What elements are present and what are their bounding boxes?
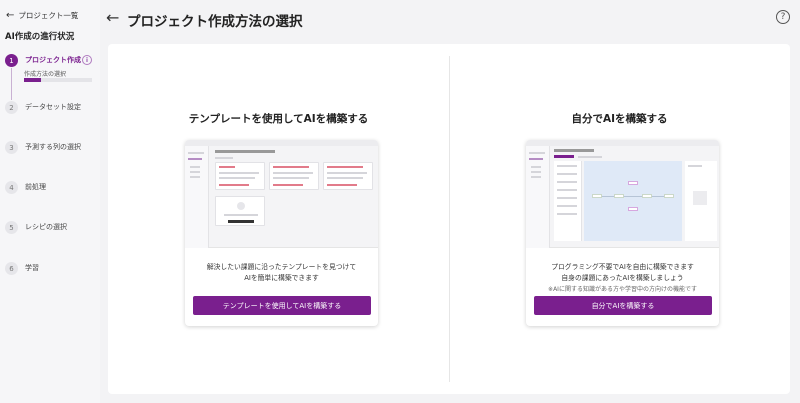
description-line: 解決したい課題に沿ったテンプレートを見つけて (206, 263, 357, 271)
step-dataset-settings: 2 データセット設定 (5, 101, 81, 114)
template-preview-image (185, 140, 378, 248)
custom-option-title: 自分でAIを構築する (571, 113, 668, 125)
arrow-left-icon: ← (6, 9, 15, 21)
sub-step-label: 作成方法の選択 (24, 71, 67, 78)
description-line: プログラミング不要でAIを自由に構築できます (551, 263, 694, 271)
step-progress-bar (24, 78, 92, 82)
sidebar: ← プロジェクト一覧 AI作成の進行状況 1 プロジェクト作成 i 作成方法の選… (0, 0, 100, 403)
build-custom-ai-button[interactable]: 自分でAIを構築する (534, 296, 712, 315)
method-selection-panel: テンプレートを使用してAIを構築する 解決したい課題に沿ったテンプレートを見つけ… (108, 44, 790, 394)
progress-title: AI作成の進行状況 (5, 32, 75, 42)
custom-preview-image (526, 140, 719, 248)
description-line: AIを簡単に構築できます (244, 274, 319, 282)
template-option: テンプレートを使用してAIを構築する 解決したい課題に沿ったテンプレートを見つけ… (108, 44, 449, 394)
step-label: 学習 (25, 264, 39, 272)
step-progress-fill (24, 78, 41, 82)
step-project-creation: 1 プロジェクト作成 (5, 54, 81, 67)
step-connector (11, 68, 12, 100)
step-number: 2 (5, 101, 18, 114)
step-number: 3 (5, 141, 18, 154)
page-title: プロジェクト作成方法の選択 (127, 14, 303, 30)
step-target-column: 3 予測する列の選択 (5, 141, 81, 154)
step-preprocessing: 4 前処理 (5, 181, 46, 194)
help-icon[interactable]: ? (776, 10, 790, 24)
custom-option-description: プログラミング不要でAIを自由に構築できます 自身の課題にあったAIを構築しまし… (526, 262, 719, 295)
template-option-title: テンプレートを使用してAIを構築する (188, 113, 369, 125)
step-training: 6 学習 (5, 262, 39, 275)
template-option-description: 解決したい課題に沿ったテンプレートを見つけて AIを簡単に構築できます (185, 262, 378, 284)
step-number: 5 (5, 221, 18, 234)
step-label: プロジェクト作成 (25, 56, 81, 64)
step-number: 6 (5, 262, 18, 275)
use-template-button[interactable]: テンプレートを使用してAIを構築する (193, 296, 371, 315)
step-label: レシピの選択 (25, 223, 67, 231)
step-number: 4 (5, 181, 18, 194)
step-label: 予測する列の選択 (25, 143, 81, 151)
custom-option: 自分でAIを構築する プログラミング不要でAIを自由に構築できます 自身の課題に… (449, 44, 790, 394)
step-recipe-selection: 5 レシピの選択 (5, 221, 67, 234)
custom-option-card: プログラミング不要でAIを自由に構築できます 自身の課題にあったAIを構築しまし… (526, 140, 719, 326)
back-to-project-list-link[interactable]: ← プロジェクト一覧 (6, 10, 78, 21)
description-line: 自身の課題にあったAIを構築しましょう (561, 274, 684, 282)
step-label: 前処理 (25, 183, 46, 191)
step-number: 1 (5, 54, 18, 67)
arrow-left-icon[interactable]: ← (106, 10, 119, 26)
step-label: データセット設定 (25, 103, 81, 111)
template-option-card: 解決したい課題に沿ったテンプレートを見つけて AIを簡単に構築できます テンプレ… (185, 140, 378, 326)
back-link-label: プロジェクト一覧 (18, 11, 79, 20)
description-note: ※AIに関する知識がある方や学習中の方向けの機能です (548, 286, 697, 293)
info-icon[interactable]: i (82, 55, 92, 65)
